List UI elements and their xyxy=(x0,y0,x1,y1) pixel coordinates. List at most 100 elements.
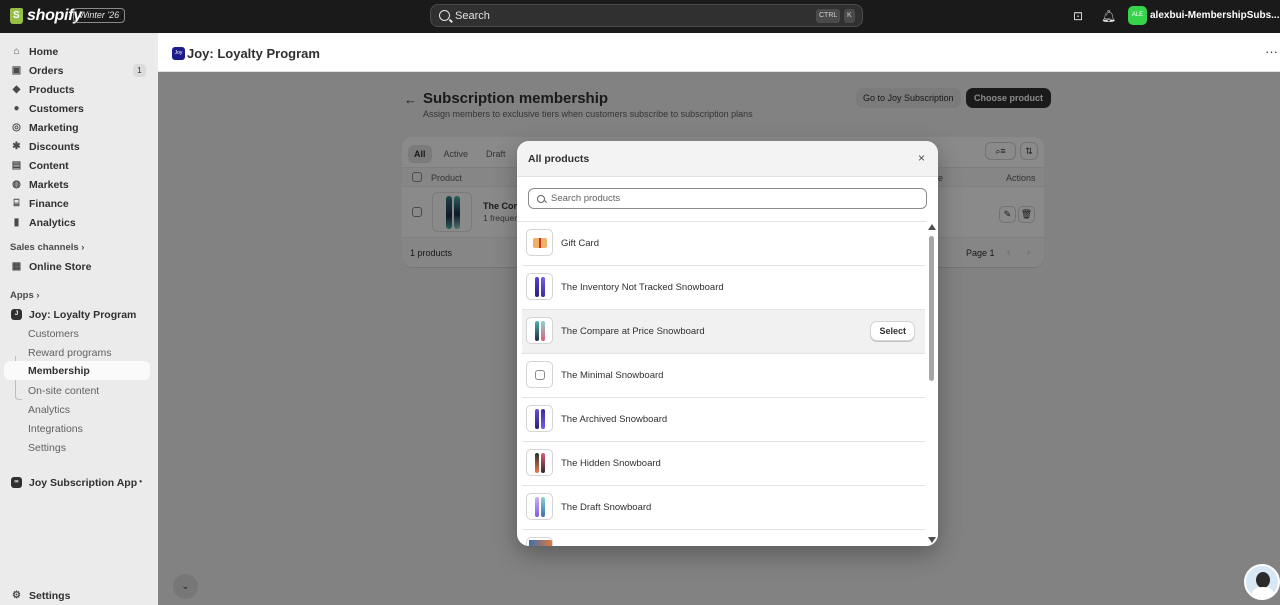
target-icon: ◎ xyxy=(12,122,21,133)
search-label: Search xyxy=(455,9,490,22)
inbox-icon: ▣ xyxy=(11,65,22,76)
modal-scrollbar[interactable] xyxy=(927,221,938,546)
nav-label: Discounts xyxy=(29,140,80,153)
home-icon: ⌂ xyxy=(13,46,20,57)
nav-label: Orders xyxy=(29,64,64,77)
nav-marketing[interactable]: ◎ Marketing xyxy=(4,118,150,137)
product-name: The Hidden Snowboard xyxy=(561,458,661,469)
product-name: The Minimal Snowboard xyxy=(561,370,664,381)
select-button[interactable]: Select xyxy=(870,321,915,341)
tree-corner xyxy=(15,393,22,400)
nav-home[interactable]: ⌂ Home xyxy=(4,42,150,61)
nav-label: Home xyxy=(29,45,59,58)
scroll-thumb[interactable] xyxy=(929,236,934,381)
app-title: Joy: Loyalty Program xyxy=(187,46,320,61)
nav-label: Content xyxy=(29,159,69,172)
gear-icon: ⚙ xyxy=(12,590,21,601)
edition-badge[interactable]: Winter '26 xyxy=(73,8,126,23)
nav-joy-subscription-app[interactable]: ∞ Joy Subscription App • xyxy=(4,473,150,492)
subscription-app-icon: ∞ xyxy=(11,477,22,488)
product-thumbnail xyxy=(526,537,553,546)
list-item[interactable]: The Inventory Not Tracked Snowboard xyxy=(522,266,925,310)
nav-label: Online Store xyxy=(29,260,92,273)
nav-joy-analytics[interactable]: Analytics xyxy=(24,400,150,419)
content-icon: ▤ xyxy=(11,160,22,171)
nav-discounts[interactable]: ✱ Discounts xyxy=(4,137,150,156)
sales-channels-heading[interactable]: Sales channels › xyxy=(10,242,84,253)
product-thumbnail xyxy=(526,317,553,344)
sidebar: ⌂ Home ▣ Orders 1 ◆ Products ● Customers ◎ Mar… xyxy=(0,33,158,605)
shopify-logo[interactable]: shopify xyxy=(10,7,82,25)
joy-app-icon: J xyxy=(11,309,22,320)
nav-settings[interactable]: ⚙ Settings xyxy=(4,586,150,605)
nav-joy-customers[interactable]: Customers xyxy=(24,324,150,343)
list-item[interactable]: The Hidden Snowboard xyxy=(522,442,925,486)
nav-products[interactable]: ◆ Products xyxy=(4,80,150,99)
bell-icon[interactable]: 🔔︎ xyxy=(1101,9,1116,23)
tag-icon: ◆ xyxy=(12,84,21,95)
person-icon: ● xyxy=(13,103,20,114)
assistant-avatar[interactable] xyxy=(1244,564,1280,600)
shopify-bag-icon xyxy=(10,8,23,24)
image-placeholder-icon xyxy=(535,370,545,380)
more-actions-icon[interactable]: ··· xyxy=(1265,44,1278,59)
list-item[interactable] xyxy=(522,530,925,546)
product-thumbnail xyxy=(526,273,553,300)
nav-customers[interactable]: ● Customers xyxy=(4,99,150,118)
nav-joy-settings[interactable]: Settings xyxy=(24,438,150,457)
nav-analytics[interactable]: ▮ Analytics xyxy=(4,213,150,232)
list-item[interactable]: The Compare at Price Snowboard Select xyxy=(522,310,925,354)
nav-label: Customers xyxy=(29,102,84,115)
product-name: Gift Card xyxy=(561,238,600,249)
nav-finance[interactable]: ⌸ Finance xyxy=(4,194,150,213)
nav-online-store[interactable]: ▦ Online Store xyxy=(4,257,150,276)
sidekick-icon[interactable]: ⊡ xyxy=(1071,9,1085,23)
bank-icon: ⌸ xyxy=(13,198,20,209)
nav-orders[interactable]: ▣ Orders 1 xyxy=(4,61,150,80)
nav-markets[interactable]: ◍ Markets xyxy=(4,175,150,194)
product-search-input[interactable]: Search products xyxy=(528,188,927,209)
search-placeholder: Search products xyxy=(551,193,621,204)
nav-label: Markets xyxy=(29,178,69,191)
store-avatar[interactable]: ALE xyxy=(1128,6,1147,25)
product-name: The Inventory Not Tracked Snowboard xyxy=(561,282,724,293)
close-icon[interactable]: × xyxy=(918,151,925,165)
pin-dot-icon: • xyxy=(139,477,142,486)
list-item[interactable]: The Archived Snowboard xyxy=(522,398,925,442)
shortcut-k: K xyxy=(844,9,855,23)
nav-label: Settings xyxy=(29,589,71,602)
store-icon: ▦ xyxy=(11,261,22,272)
nav-label: Joy Subscription App xyxy=(29,476,138,489)
global-search[interactable]: Search CTRL K xyxy=(430,4,863,27)
product-name: The Compare at Price Snowboard xyxy=(561,326,705,337)
nav-content[interactable]: ▤ Content xyxy=(4,156,150,175)
list-item[interactable]: The Draft Snowboard xyxy=(522,486,925,530)
store-name[interactable]: alexbui-MembershipSubs... xyxy=(1150,10,1279,21)
search-icon xyxy=(537,194,545,203)
product-thumbnail xyxy=(526,405,553,432)
nav-joy-membership[interactable]: Membership xyxy=(4,361,150,380)
nav-label: Marketing xyxy=(29,121,79,134)
nav-label: Analytics xyxy=(29,216,76,229)
scroll-down-icon[interactable] xyxy=(928,537,936,543)
globe-icon: ◍ xyxy=(12,179,21,190)
discount-icon: ✱ xyxy=(12,141,21,152)
nav-label: Joy: Loyalty Program xyxy=(29,308,137,321)
nav-joy-onsite-content[interactable]: On-site content xyxy=(24,381,150,400)
modal-title: All products xyxy=(528,153,590,165)
apps-heading[interactable]: Apps › xyxy=(10,290,40,301)
list-item[interactable]: Gift Card xyxy=(522,222,925,266)
product-thumbnail xyxy=(526,493,553,520)
search-icon xyxy=(439,10,450,21)
product-list: Gift Card The Inventory Not Tracked Snow… xyxy=(517,221,927,546)
shortcut-ctrl: CTRL xyxy=(816,9,841,23)
nav-label: Products xyxy=(29,83,75,96)
scroll-up-icon[interactable] xyxy=(928,224,936,230)
nav-joy-integrations[interactable]: Integrations xyxy=(24,419,150,438)
product-thumbnail xyxy=(526,449,553,476)
product-name: The Draft Snowboard xyxy=(561,502,652,513)
nav-joy-loyalty[interactable]: J Joy: Loyalty Program xyxy=(4,305,150,324)
nav-joy-reward-programs[interactable]: Reward programs xyxy=(24,343,150,362)
modal-header: All products × xyxy=(517,141,938,177)
list-item[interactable]: The Minimal Snowboard xyxy=(522,354,925,398)
